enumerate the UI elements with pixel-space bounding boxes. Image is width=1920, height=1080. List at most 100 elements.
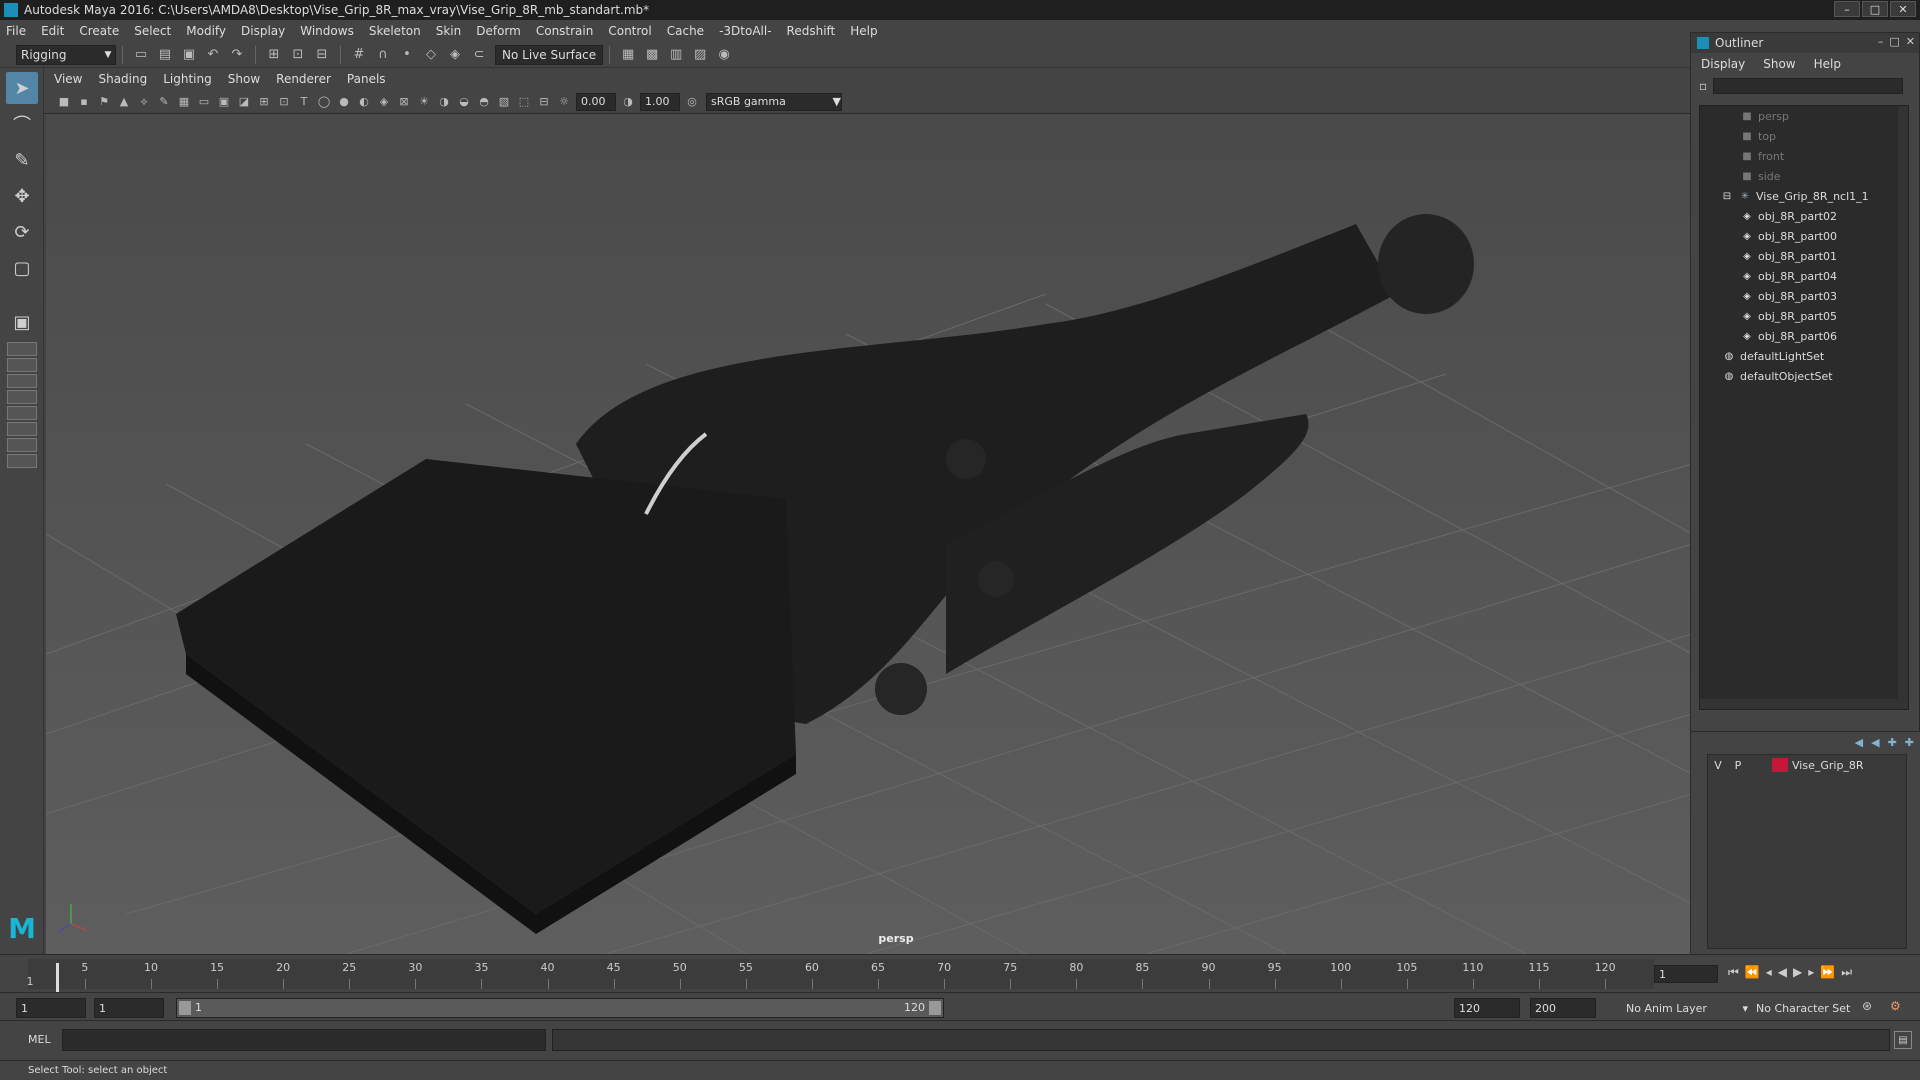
- layout-more-icon[interactable]: [7, 454, 37, 468]
- range-slider[interactable]: 1 120: [176, 998, 944, 1018]
- image-plane-icon[interactable]: ▲: [116, 94, 132, 110]
- menu-create[interactable]: Create: [79, 24, 119, 38]
- menu-control[interactable]: Control: [608, 24, 651, 38]
- camera-attr-icon[interactable]: ▪: [76, 94, 92, 110]
- outliner-item[interactable]: ◈ obj_8R_part04: [1700, 266, 1908, 286]
- render-view-icon[interactable]: ▨: [690, 45, 710, 65]
- viewport-persp[interactable]: persp: [46, 114, 1692, 954]
- menu-constrain[interactable]: Constrain: [536, 24, 594, 38]
- step-back-frame-icon[interactable]: ◂: [1766, 965, 1772, 980]
- new-layer-icon[interactable]: ✚: [1905, 736, 1914, 749]
- select-hierarchy-icon[interactable]: ⊞: [264, 45, 284, 65]
- playback-start-field[interactable]: 1: [94, 998, 164, 1018]
- outliner-menu-help[interactable]: Help: [1814, 57, 1841, 71]
- snap-point-icon[interactable]: •: [397, 45, 417, 65]
- outliner-item[interactable]: ◈ obj_8R_part06: [1700, 326, 1908, 346]
- wireframe-icon[interactable]: ◯: [316, 94, 332, 110]
- outliner-group[interactable]: ⊟ ✳ Vise_Grip_8R_ncl1_1: [1700, 186, 1908, 206]
- collapse-icon[interactable]: ⊟: [1720, 190, 1734, 202]
- gamma-field[interactable]: 1.00: [640, 92, 680, 111]
- layout-two-icon[interactable]: [7, 358, 37, 372]
- scale-tool-icon[interactable]: ▢: [6, 252, 38, 284]
- outliner-item[interactable]: ◍ defaultLightSet: [1700, 346, 1908, 366]
- magnet-icon[interactable]: ⊂: [469, 45, 489, 65]
- maximize-icon[interactable]: □: [1889, 35, 1899, 48]
- playback-end-field[interactable]: 120: [1454, 998, 1520, 1018]
- layout-single-icon[interactable]: ▣: [6, 306, 38, 338]
- two-d-pan-icon[interactable]: ⟡: [136, 94, 152, 110]
- menu-display[interactable]: Display: [241, 24, 285, 38]
- outliner-item[interactable]: ■ front: [1700, 146, 1908, 166]
- gamma-icon[interactable]: ◑: [620, 94, 636, 110]
- play-backwards-icon[interactable]: ◀: [1778, 965, 1787, 980]
- snap-view-icon[interactable]: ◇: [421, 45, 441, 65]
- outliner-vertical-scrollbar[interactable]: [1898, 106, 1908, 709]
- menu-3dtoall[interactable]: -3DtoAll-: [719, 24, 771, 38]
- render-settings-icon[interactable]: ▦: [618, 45, 638, 65]
- outliner-item[interactable]: ◍ defaultObjectSet: [1700, 366, 1908, 386]
- layer-color-swatch[interactable]: [1772, 758, 1788, 772]
- xray-active-icon[interactable]: ⊟: [536, 94, 552, 110]
- panel-menu-show[interactable]: Show: [228, 72, 260, 86]
- wireframe-on-shaded-icon[interactable]: ◐: [356, 94, 372, 110]
- paint-select-tool-icon[interactable]: ✎: [6, 144, 38, 176]
- menu-edit[interactable]: Edit: [41, 24, 64, 38]
- exposure-icon[interactable]: ☼: [556, 94, 572, 110]
- range-end-handle[interactable]: [929, 1001, 941, 1015]
- outliner-search-input[interactable]: [1713, 78, 1904, 94]
- outliner-list[interactable]: ■ persp ■ top ■ front ■ side ⊟ ✳ Vise_Grip_8R_…: [1699, 105, 1909, 710]
- outliner-item[interactable]: ■ top: [1700, 126, 1908, 146]
- layout-outliner-icon[interactable]: [7, 406, 37, 420]
- select-object-icon[interactable]: ⊡: [288, 45, 308, 65]
- time-ruler[interactable]: 1 5 10 15 20 25 30 35 40 45 50 55 60 65 70 75 80 85 90 95 1…: [27, 959, 1654, 993]
- render-frame-icon[interactable]: ▩: [642, 45, 662, 65]
- range-start-handle[interactable]: [179, 1001, 191, 1015]
- safe-title-icon[interactable]: T: [296, 94, 312, 110]
- panel-menu-shading[interactable]: Shading: [98, 72, 147, 86]
- step-forward-key-icon[interactable]: ⏩: [1820, 965, 1835, 980]
- bookmark-icon[interactable]: ⚑: [96, 94, 112, 110]
- xray-icon[interactable]: ⊠: [396, 94, 412, 110]
- grease-pencil-icon[interactable]: ✎: [156, 94, 172, 110]
- use-lights-icon[interactable]: ☀: [416, 94, 432, 110]
- play-forwards-icon[interactable]: ▶: [1793, 965, 1802, 980]
- outliner-item[interactable]: ◈ obj_8R_part03: [1700, 286, 1908, 306]
- exposure-field[interactable]: 0.00: [576, 92, 616, 111]
- character-set-select[interactable]: No Character Set: [1752, 998, 1862, 1018]
- open-scene-icon[interactable]: ▤: [155, 45, 175, 65]
- go-to-start-icon[interactable]: ⏮: [1728, 965, 1739, 980]
- layer-list[interactable]: V P Vise_Grip_8R: [1707, 754, 1907, 949]
- outliner-item[interactable]: ◈ obj_8R_part01: [1700, 246, 1908, 266]
- outliner-item[interactable]: ■ side: [1700, 166, 1908, 186]
- outliner-menu-show[interactable]: Show: [1763, 57, 1795, 71]
- menu-modify[interactable]: Modify: [186, 24, 226, 38]
- menu-deform[interactable]: Deform: [476, 24, 521, 38]
- field-chart-icon[interactable]: ⊞: [256, 94, 272, 110]
- menu-skeleton[interactable]: Skeleton: [369, 24, 421, 38]
- time-slider[interactable]: 1 5 10 15 20 25 30 35 40 45 50 55 60 65 70 75 80 85 90 95 1…: [0, 954, 1920, 993]
- menu-file[interactable]: File: [6, 24, 26, 38]
- layout-four-icon[interactable]: [7, 342, 37, 356]
- move-layer-down-icon[interactable]: ◀: [1871, 736, 1879, 749]
- close-icon[interactable]: ✕: [1890, 1, 1916, 17]
- layout-stack-icon[interactable]: [7, 390, 37, 404]
- end-time-field[interactable]: 200: [1530, 998, 1596, 1018]
- layer-playback-toggle[interactable]: P: [1728, 759, 1748, 772]
- step-forward-frame-icon[interactable]: ▸: [1808, 965, 1814, 980]
- layout-graph-icon[interactable]: [7, 422, 37, 436]
- redo-icon[interactable]: ↷: [227, 45, 247, 65]
- move-layer-up-icon[interactable]: ◀: [1855, 736, 1863, 749]
- panel-menu-lighting[interactable]: Lighting: [163, 72, 212, 86]
- grid-icon[interactable]: ▦: [176, 94, 192, 110]
- color-management-icon[interactable]: ◎: [684, 94, 700, 110]
- film-gate-icon[interactable]: ▭: [196, 94, 212, 110]
- new-layer-selected-icon[interactable]: ✚: [1888, 736, 1897, 749]
- screen-space-ao-icon[interactable]: ◒: [456, 94, 472, 110]
- camera-icon[interactable]: ■: [56, 94, 72, 110]
- outliner-item[interactable]: ◈ obj_8R_part02: [1700, 206, 1908, 226]
- maximize-icon[interactable]: □: [1862, 1, 1888, 17]
- snap-surface-icon[interactable]: ◈: [445, 45, 465, 65]
- menu-help[interactable]: Help: [850, 24, 877, 38]
- smooth-shade-icon[interactable]: ●: [336, 94, 352, 110]
- menu-redshift[interactable]: Redshift: [787, 24, 836, 38]
